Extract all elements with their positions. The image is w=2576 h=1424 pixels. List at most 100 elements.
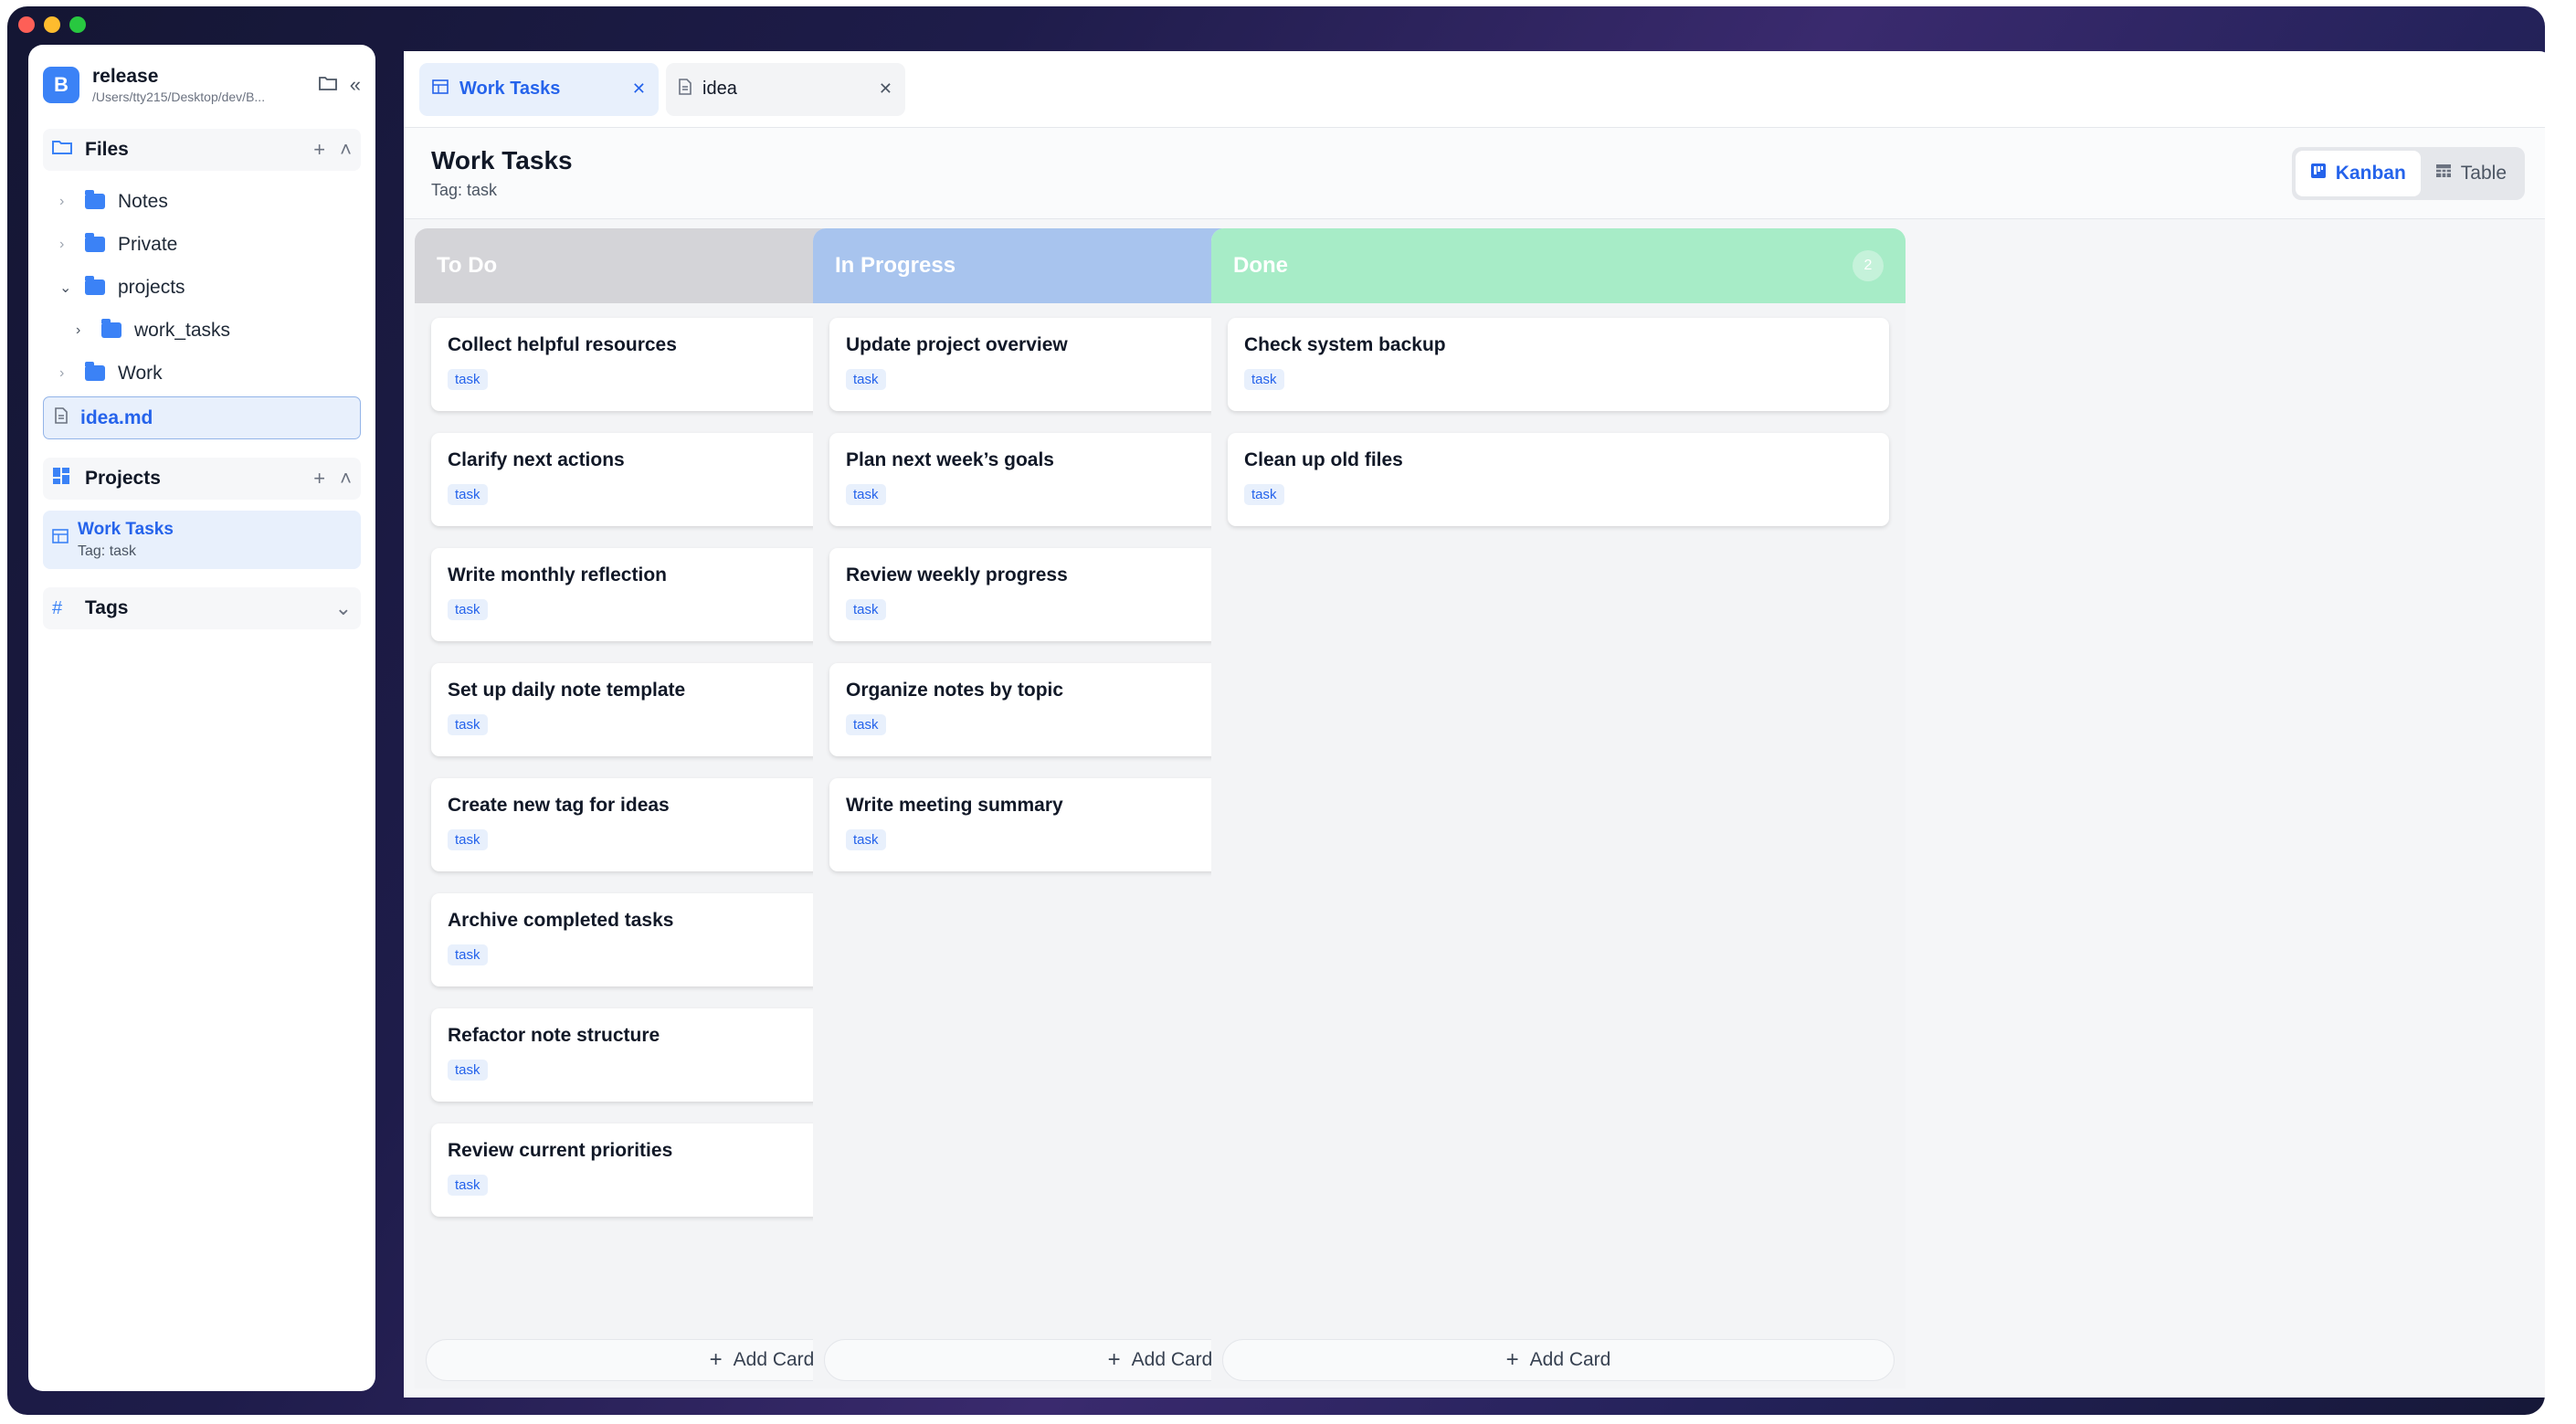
- table-view-button[interactable]: Table: [2421, 151, 2521, 196]
- file-icon: [55, 407, 68, 428]
- window-controls: [18, 16, 86, 33]
- workspace-header: B release /Users/tty215/Desktop/dev/B...…: [43, 59, 361, 111]
- card-title: Clean up old files: [1244, 449, 1403, 470]
- workspace-name: release: [92, 66, 159, 87]
- close-icon[interactable]: ✕: [879, 79, 892, 99]
- folder-icon: [101, 319, 121, 338]
- chevron-down-icon[interactable]: ⌄: [335, 596, 352, 620]
- chevron-right-icon[interactable]: ›: [76, 322, 96, 339]
- tag-badge[interactable]: task: [846, 829, 886, 850]
- task-card[interactable]: Clean up old files task: [1228, 433, 1889, 526]
- tag-badge[interactable]: task: [1244, 369, 1284, 390]
- projects-section-title: Projects: [85, 468, 161, 489]
- tag-badge[interactable]: task: [846, 484, 886, 505]
- table-icon: [432, 79, 449, 99]
- tree-item-label: idea.md: [80, 406, 153, 428]
- add-card-label: Add Card: [1131, 1349, 1213, 1370]
- kanban-icon: [2310, 163, 2327, 184]
- chevron-up-icon[interactable]: ˄: [340, 467, 352, 490]
- dashboard-icon: [52, 467, 76, 490]
- chevron-right-icon[interactable]: ›: [59, 237, 79, 253]
- main-panel: Work Tasks ✕ idea ✕ Work Tasks Tag: task: [404, 51, 2545, 1398]
- open-folder-icon[interactable]: [318, 73, 337, 97]
- minimize-window-button[interactable]: [44, 16, 60, 33]
- column-header[interactable]: Done 2: [1211, 228, 1906, 303]
- column-count-badge: 2: [1853, 250, 1884, 281]
- chevron-down-icon[interactable]: ⌄: [59, 279, 79, 297]
- tab-label: Work Tasks: [459, 79, 561, 99]
- plus-icon: +: [709, 1347, 723, 1372]
- tree-item-idea-md[interactable]: idea.md: [43, 396, 361, 439]
- close-window-button[interactable]: [18, 16, 35, 33]
- tree-item-label: projects: [118, 276, 185, 298]
- tab-label: idea: [702, 79, 737, 99]
- page-title: Work Tasks: [431, 146, 573, 174]
- kanban-board: To Do8Collect helpful resourcestaskClari…: [404, 219, 2545, 1398]
- folder-outline-icon: [52, 139, 76, 161]
- hash-icon: #: [52, 597, 63, 618]
- add-card-label: Add Card: [1529, 1349, 1611, 1370]
- files-section-title: Files: [85, 139, 129, 160]
- tree-item-work[interactable]: › Work: [43, 352, 361, 395]
- folder-icon: [85, 362, 105, 381]
- app-window: B release /Users/tty215/Desktop/dev/B...…: [7, 6, 2545, 1415]
- add-card-button[interactable]: + Add Card: [1222, 1339, 1895, 1381]
- column-title: Done: [1233, 253, 1288, 278]
- close-icon[interactable]: ✕: [632, 79, 646, 99]
- tree-item-label: Notes: [118, 190, 168, 212]
- files-section-header[interactable]: Files + ˄: [43, 129, 361, 171]
- tag-badge[interactable]: task: [1244, 484, 1284, 505]
- plus-icon: +: [1505, 1347, 1519, 1372]
- task-card[interactable]: Check system backup task: [1228, 318, 1889, 411]
- folder-icon: [85, 233, 105, 252]
- tag-badge[interactable]: task: [846, 369, 886, 390]
- sidebar: B release /Users/tty215/Desktop/dev/B...…: [28, 45, 375, 1391]
- tags-section-title: Tags: [85, 597, 129, 618]
- board-header: Work Tasks Tag: task Kanban Table: [404, 128, 2545, 219]
- tag-badge[interactable]: task: [448, 944, 488, 965]
- kanban-column: Done 2 Check system backup task Clean up old…: [1211, 228, 1906, 1388]
- tag-badge[interactable]: task: [448, 1060, 488, 1081]
- kanban-view-label: Kanban: [2335, 162, 2406, 184]
- kanban-view-button[interactable]: Kanban: [2295, 150, 2421, 196]
- table-icon: [2435, 163, 2452, 183]
- project-item-work-tasks[interactable]: Work Tasks Tag: task: [43, 511, 361, 569]
- tree-item-private[interactable]: › Private: [43, 223, 361, 266]
- tree-item-projects[interactable]: ⌄ projects: [43, 266, 361, 309]
- collapse-sidebar-icon[interactable]: «: [350, 73, 361, 97]
- zoom-window-button[interactable]: [69, 16, 86, 33]
- tag-badge[interactable]: task: [448, 829, 488, 850]
- tab-idea[interactable]: idea ✕: [666, 62, 905, 116]
- view-switch: Kanban Table: [2291, 146, 2525, 200]
- project-subtitle: Tag: task: [78, 543, 137, 559]
- projects-section-header[interactable]: Projects + ˄: [43, 458, 361, 500]
- tree-item-work-tasks[interactable]: › work_tasks: [43, 309, 361, 352]
- tags-section-header[interactable]: # Tags ⌄: [43, 587, 361, 629]
- file-icon: [679, 79, 692, 100]
- plus-icon: +: [1107, 1347, 1121, 1372]
- card-title: Check system backup: [1244, 334, 1446, 355]
- tag-badge[interactable]: task: [846, 599, 886, 620]
- tab-work-tasks[interactable]: Work Tasks ✕: [419, 62, 659, 116]
- folder-icon: [85, 276, 105, 295]
- tree-item-label: Private: [118, 233, 178, 255]
- project-title: Work Tasks: [78, 520, 174, 539]
- tag-badge[interactable]: task: [448, 484, 488, 505]
- tree-item-label: Work: [118, 362, 163, 384]
- add-file-icon[interactable]: +: [313, 138, 325, 162]
- card-list: Check system backup task Clean up old file…: [1211, 303, 1906, 563]
- tag-badge[interactable]: task: [448, 369, 488, 390]
- chevron-right-icon[interactable]: ›: [59, 194, 79, 210]
- tag-badge[interactable]: task: [448, 1175, 488, 1196]
- chevron-right-icon[interactable]: ›: [59, 365, 79, 382]
- tag-badge[interactable]: task: [448, 599, 488, 620]
- tag-badge[interactable]: task: [448, 714, 488, 735]
- tag-badge[interactable]: task: [846, 714, 886, 735]
- workspace-logo[interactable]: B: [43, 67, 79, 103]
- chevron-up-icon[interactable]: ˄: [340, 138, 352, 162]
- tab-bar: Work Tasks ✕ idea ✕: [404, 51, 2545, 128]
- tree-item-label: work_tasks: [134, 319, 231, 341]
- tree-item-notes[interactable]: › Notes: [43, 180, 361, 223]
- add-project-icon[interactable]: +: [313, 467, 325, 490]
- workspace-path: /Users/tty215/Desktop/dev/B...: [92, 90, 266, 104]
